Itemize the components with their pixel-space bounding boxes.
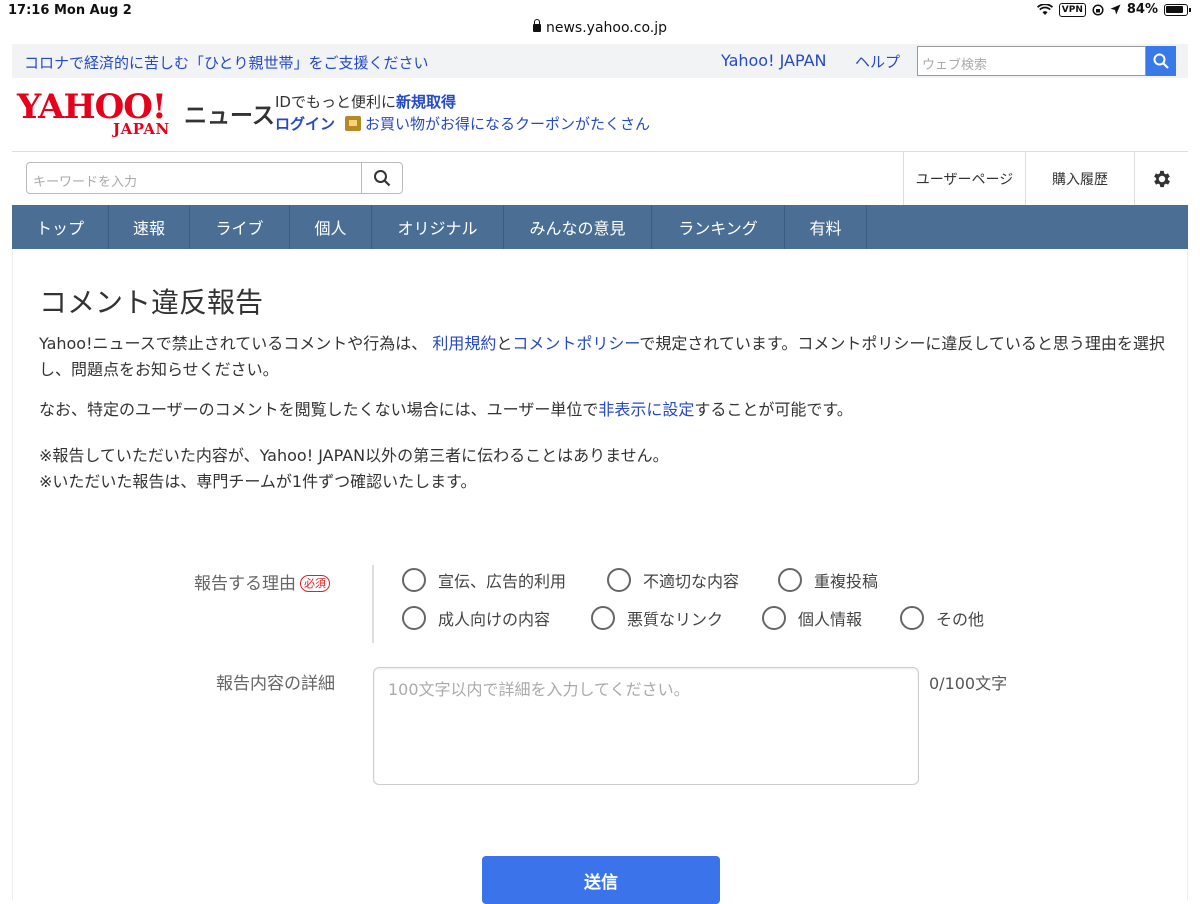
radio-circle[interactable] <box>402 606 426 630</box>
keyword-search-button[interactable] <box>361 162 403 194</box>
form-divider <box>372 565 374 643</box>
battery-icon <box>1164 3 1191 16</box>
intro-text-b: と <box>496 334 513 353</box>
news-wordmark[interactable]: ニュース <box>184 96 275 130</box>
purchase-history-link[interactable]: 購入履歴 <box>1025 152 1134 205</box>
web-search-input[interactable]: ウェブ検索 <box>917 46 1146 76</box>
reason-option-label: その他 <box>936 610 985 629</box>
nav-tab-live[interactable]: ライブ <box>190 205 290 249</box>
battery-percent: 84% <box>1126 2 1158 17</box>
promo-bar: コロナで経済的に苦しむ「ひとり親世帯」をご支援ください Yahoo! JAPAN… <box>12 44 1188 78</box>
id-prefix: IDでもっと便利に <box>275 93 396 111</box>
note-third-party: ※報告していただいた内容が、Yahoo! JAPAN以外の第三者に伝わることはあ… <box>39 446 669 465</box>
hide-setting-link[interactable]: 非表示に設定 <box>598 400 694 419</box>
lock-icon <box>533 19 541 32</box>
nav-tab-top[interactable]: トップ <box>12 205 109 249</box>
radio-circle[interactable] <box>607 568 631 592</box>
status-date: Mon Aug 2 <box>54 3 132 18</box>
coupon-icon <box>345 116 362 131</box>
submit-button[interactable]: 送信 <box>482 856 720 904</box>
status-time: 17:16 <box>8 3 50 18</box>
logo-text: YAHOO! <box>17 87 167 127</box>
note-review: ※いただいた報告は、専門チームが1件ずつ確認いたします。 <box>39 472 477 491</box>
gear-icon <box>1153 170 1170 187</box>
radio-circle[interactable] <box>402 568 426 592</box>
address-bar[interactable]: news.yahoo.co.jp <box>0 19 1200 42</box>
login-info: IDでもっと便利に新規取得 ログイン お買い物がお得になるクーポンがたくさん <box>275 91 650 135</box>
radio-circle[interactable] <box>762 606 786 630</box>
web-search-button[interactable] <box>1146 46 1176 76</box>
reason-option-adult[interactable]: 成人向けの内容 <box>402 606 550 630</box>
login-link[interactable]: ログイン <box>275 115 335 133</box>
reason-option-malicious-link[interactable]: 悪質なリンク <box>591 606 723 630</box>
reason-option-label: 不適切な内容 <box>643 572 740 591</box>
nav-tab-opinions[interactable]: みんなの意見 <box>504 205 652 249</box>
terms-link[interactable]: 利用規約 <box>432 334 496 353</box>
hide-paragraph: なお、特定のユーザーのコメントを閲覧したくない場合には、ユーザー単位で非表示に設… <box>39 397 1169 423</box>
rotation-lock-icon <box>1092 3 1104 16</box>
required-badge: 必須 <box>300 575 330 592</box>
yahoo-japan-logo[interactable]: YAHOO! JAPAN <box>17 90 182 140</box>
detail-label: 報告内容の詳細 <box>216 674 335 694</box>
vpn-badge: VPN <box>1058 2 1086 17</box>
report-panel: コメント違反報告 Yahoo!ニュースで禁止されているコメントや行為は、 利用規… <box>12 249 1188 904</box>
hide-text-b: することが可能です。 <box>694 400 853 419</box>
reason-option-duplicate[interactable]: 重複投稿 <box>778 568 878 592</box>
page-title: コメント違反報告 <box>39 286 264 319</box>
promo-link[interactable]: コロナで経済的に苦しむ「ひとり親世帯」をご支援ください <box>24 52 429 73</box>
nav-tab-original[interactable]: オリジナル <box>372 205 504 249</box>
hide-text-a: なお、特定のユーザーのコメントを閲覧したくない場合には、ユーザー単位で <box>39 400 599 419</box>
intro-text-a: Yahoo!ニュースで禁止されているコメントや行為は、 <box>39 334 433 353</box>
reason-option-label: 成人向けの内容 <box>438 610 551 629</box>
reason-option-personal-info[interactable]: 個人情報 <box>762 606 862 630</box>
reason-option-other[interactable]: その他 <box>900 606 984 630</box>
reason-option-label: 宣伝、広告的利用 <box>438 572 567 591</box>
comment-policy-link[interactable]: コメントポリシー <box>512 334 639 353</box>
help-link[interactable]: ヘルプ <box>855 51 900 72</box>
logo-sub: JAPAN <box>113 120 170 138</box>
character-counter: 0/100文字 <box>929 674 1008 693</box>
detail-textarea[interactable]: 100文字以内で詳細を入力してください。 <box>373 667 919 785</box>
reason-option-label: 悪質なリンク <box>627 610 724 629</box>
notes: ※報告していただいた内容が、Yahoo! JAPAN以外の第三者に伝わることはあ… <box>39 443 1169 495</box>
keyword-search-input[interactable]: キーワードを入力 <box>26 162 362 194</box>
nav-tab-individual[interactable]: 個人 <box>290 205 372 249</box>
search-icon <box>374 170 391 187</box>
reason-label-text: 報告する理由 <box>194 574 296 594</box>
coupon-link[interactable]: お買い物がお得になるクーポンがたくさん <box>365 115 650 133</box>
radio-circle[interactable] <box>778 568 802 592</box>
reason-option-label: 個人情報 <box>798 610 863 629</box>
url-text: news.yahoo.co.jp <box>546 20 667 36</box>
reason-option-advertising[interactable]: 宣伝、広告的利用 <box>402 568 566 592</box>
intro-paragraph: Yahoo!ニュースで禁止されているコメントや行為は、 利用規約とコメントポリシ… <box>39 331 1169 383</box>
reason-label: 報告する理由 必須 <box>194 569 330 594</box>
settings-button[interactable] <box>1134 152 1188 205</box>
search-icon <box>1153 53 1169 69</box>
status-icons: VPN 84% <box>1036 2 1191 17</box>
location-icon <box>1110 4 1121 15</box>
status-bar: 17:16 Mon Aug 2 VPN 84% <box>0 0 1200 22</box>
user-page-link[interactable]: ユーザーページ <box>903 152 1025 205</box>
nav-tab-breaking[interactable]: 速報 <box>109 205 190 249</box>
new-signup-link[interactable]: 新規取得 <box>396 93 456 111</box>
nav-tab-paid[interactable]: 有料 <box>785 205 867 249</box>
search-row: キーワードを入力 ユーザーページ 購入履歴 <box>12 151 1188 205</box>
wifi-icon <box>1036 3 1053 15</box>
radio-circle[interactable] <box>900 606 924 630</box>
yahoo-japan-link[interactable]: Yahoo! JAPAN <box>721 51 827 70</box>
nav-tab-ranking[interactable]: ランキング <box>652 205 785 249</box>
reason-option-inappropriate[interactable]: 不適切な内容 <box>607 568 739 592</box>
radio-circle[interactable] <box>591 606 615 630</box>
main-nav: トップ 速報 ライブ 個人 オリジナル みんなの意見 ランキング 有料 <box>12 205 1188 249</box>
reason-option-label: 重複投稿 <box>814 572 879 591</box>
